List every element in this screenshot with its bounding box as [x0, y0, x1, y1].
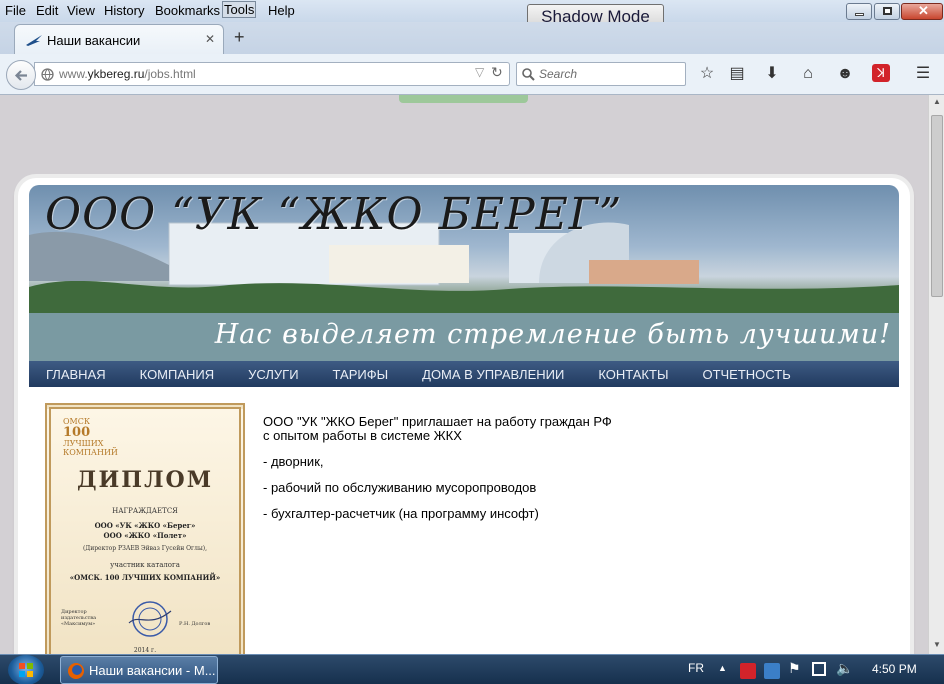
taskbar-window-label: Наши вакансии - М... — [89, 663, 216, 678]
nav-link-contacts[interactable]: КОНТАКТЫ — [581, 367, 685, 382]
menu-view[interactable]: View — [66, 2, 96, 19]
restore-button[interactable] — [874, 3, 900, 20]
hamburger-icon[interactable]: ☰ — [913, 64, 933, 84]
volume-icon[interactable]: 🔈 — [836, 660, 853, 677]
scroll-down-icon[interactable]: ▼ — [933, 640, 941, 649]
tab-active[interactable]: Наши вакансии ✕ — [14, 24, 224, 54]
vertical-scrollbar[interactable]: ▲ ▼ — [928, 95, 944, 654]
taskbar-clock[interactable]: 4:50 PM — [872, 662, 917, 676]
vacancies-content: ООО "УК "ЖКО Берег" приглашает на работу… — [263, 415, 723, 533]
diploma-signer-name: Р.Н. Долгов — [179, 621, 211, 627]
minimize-button[interactable] — [846, 3, 872, 20]
diploma-signer: Директор издательства «Максимум» — [61, 609, 97, 627]
close-icon: ✕ — [918, 3, 929, 18]
reload-icon[interactable]: ↻ — [491, 64, 503, 81]
diploma-heading: ДИПЛОМ — [76, 467, 214, 493]
reading-list-icon[interactable]: ▤ — [727, 64, 747, 84]
nav-link-reports[interactable]: ОТЧЕТНОСТЬ — [685, 367, 807, 382]
top-tab-decoration — [399, 95, 528, 103]
search-icon — [522, 68, 535, 81]
language-indicator[interactable]: FR — [688, 661, 704, 675]
dropdown-icon[interactable]: ▽ — [475, 65, 484, 79]
diploma-awarded: НАГРАЖДАЕТСЯ — [112, 507, 178, 515]
vacancy-item: - бухгалтер-расчетчик (на программу инсо… — [263, 506, 539, 521]
menu-tools[interactable]: Tools — [222, 1, 257, 18]
site-container: ООО “УК “ЖКО БЕРЕГ” Нас выделяет стремле… — [18, 178, 910, 654]
diploma-company1: ООО «УК «ЖКО «Берег» — [94, 521, 196, 530]
vacancy-item: - дворник, — [263, 454, 324, 469]
diploma-badge: ОМСК 100 ЛУЧШИХ КОМПАНИЙ — [63, 417, 118, 457]
menu-help[interactable]: Help — [267, 2, 296, 19]
nav-link-houses[interactable]: ДОМА В УПРАВЛЕНИИ — [405, 367, 581, 382]
back-button[interactable] — [6, 60, 36, 90]
network-icon[interactable] — [812, 662, 826, 676]
download-icon[interactable]: ⬇ — [762, 64, 782, 84]
avira-icon[interactable]: ꓘ — [872, 64, 890, 82]
tray-app-icon[interactable] — [764, 663, 780, 679]
site-favicon-icon — [26, 35, 42, 46]
diploma-image[interactable]: ОМСК 100 ЛУЧШИХ КОМПАНИЙ ДИПЛОМ НАГРАЖДА… — [45, 403, 245, 654]
diploma-director: (Директор РЗАЕВ Эйваз Гусейн Оглы), — [83, 545, 207, 552]
smiley-icon[interactable]: ☻ — [835, 64, 855, 84]
url-text: www.ykbereg.ru/jobs.html — [59, 67, 196, 81]
nav-link-services[interactable]: УСЛУГИ — [231, 367, 315, 382]
site-banner: ООО “УК “ЖКО БЕРЕГ” Нас выделяет стремле… — [29, 185, 899, 361]
diploma-participant: участник каталога — [110, 561, 180, 569]
menu-file[interactable]: File — [4, 2, 27, 19]
slogan: Нас выделяет стремление быть лучшими! — [214, 319, 891, 350]
windows-taskbar: Наши вакансии - М... FR ▲ ⚑ 🔈 4:50 PM — [0, 654, 944, 684]
page-viewport: ООО “УК “ЖКО БЕРЕГ” Нас выделяет стремле… — [0, 95, 928, 654]
globe-icon — [41, 68, 54, 81]
scrollbar-thumb[interactable] — [931, 115, 943, 297]
nav-link-company[interactable]: КОМПАНИЯ — [123, 367, 232, 382]
firefox-icon — [68, 663, 84, 679]
intro-line-1: ООО "УК "ЖКО Берег" приглашает на работу… — [263, 414, 612, 429]
site-nav-menu: ГЛАВНАЯ КОМПАНИЯ УСЛУГИ ТАРИФЫ ДОМА В УП… — [29, 361, 899, 387]
title-bar: File Edit View History Bookmarks Tools H… — [0, 0, 944, 29]
search-input[interactable]: Search — [516, 62, 686, 86]
tab-strip: Наши вакансии ✕ + — [0, 22, 944, 54]
taskbar-firefox-window[interactable]: Наши вакансии - М... — [60, 656, 218, 684]
restore-icon — [883, 7, 892, 15]
action-center-flag-icon[interactable]: ⚑ — [788, 660, 801, 677]
menu-bookmarks[interactable]: Bookmarks — [154, 2, 221, 19]
url-bar[interactable]: www.ykbereg.ru/jobs.html ▽ ↻ — [34, 62, 510, 86]
diploma-company2: ООО «ЖКО «Полет» — [103, 531, 187, 540]
diploma-stamp — [128, 601, 172, 637]
new-tab-button[interactable]: + — [234, 27, 245, 48]
diploma-year: 2014 г. — [133, 647, 157, 654]
tab-close-icon[interactable]: ✕ — [205, 32, 215, 46]
menu-history[interactable]: History — [103, 2, 145, 19]
diploma-catalog: «ОМСК. 100 ЛУЧШИХ КОМПАНИЙ» — [69, 573, 221, 582]
windows-start-button[interactable] — [8, 655, 44, 684]
show-hidden-icons[interactable]: ▲ — [718, 663, 727, 673]
tab-title: Наши вакансии — [47, 33, 141, 48]
star-icon[interactable]: ☆ — [697, 64, 717, 84]
avira-tray-icon[interactable] — [740, 663, 756, 679]
intro-line-2: с опытом работы в системе ЖКХ — [263, 428, 462, 443]
home-icon[interactable]: ⌂ — [798, 64, 818, 84]
nav-link-home[interactable]: ГЛАВНАЯ — [29, 367, 123, 382]
windows-start-icon — [19, 663, 33, 677]
vacancy-item: - рабочий по обслуживанию мусоропроводов — [263, 480, 537, 495]
close-window-button[interactable]: ✕ — [901, 3, 943, 20]
navigation-toolbar: www.ykbereg.ru/jobs.html ▽ ↻ Search ☆ ▤ … — [0, 54, 944, 95]
menu-edit[interactable]: Edit — [35, 2, 59, 19]
intro-paragraph: ООО "УК "ЖКО Берег" приглашает на работу… — [263, 415, 723, 443]
back-arrow-icon — [14, 70, 27, 81]
nav-link-tariffs[interactable]: ТАРИФЫ — [316, 367, 406, 382]
scroll-up-icon[interactable]: ▲ — [933, 97, 941, 106]
search-placeholder: Search — [539, 67, 578, 81]
company-name: ООО “УК “ЖКО БЕРЕГ” — [45, 189, 623, 240]
minimize-icon — [855, 13, 864, 16]
